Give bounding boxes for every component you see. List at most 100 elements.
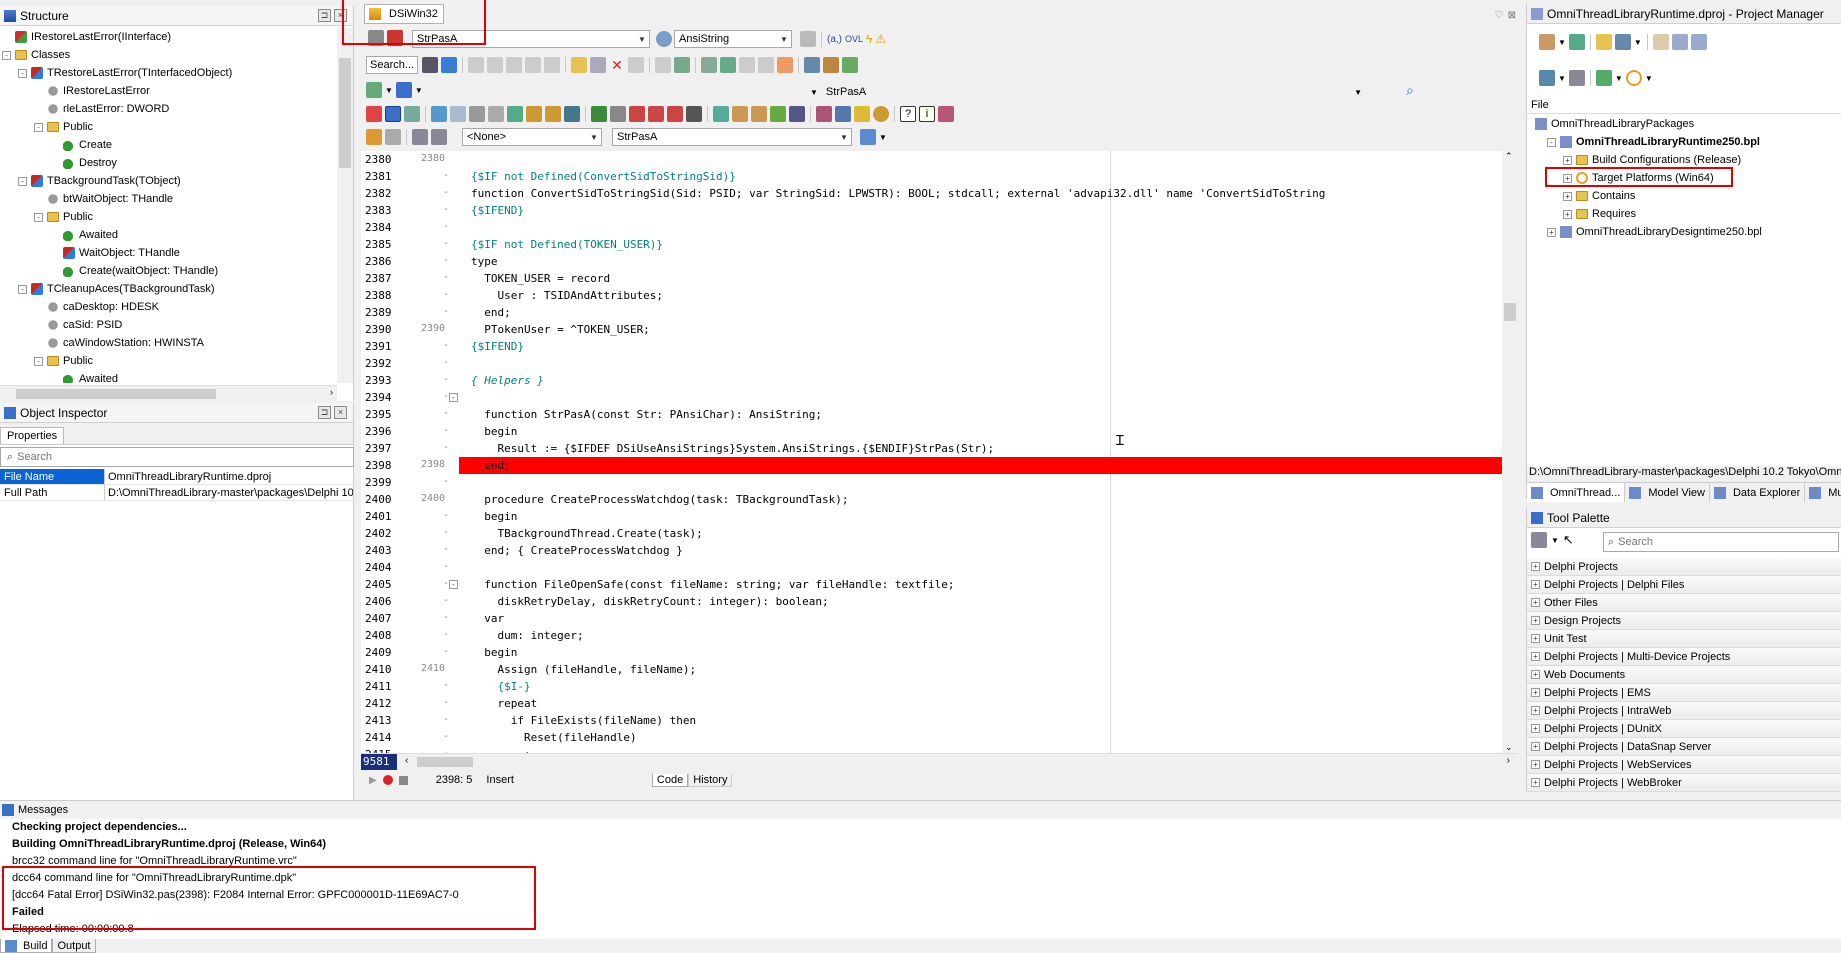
ovl-button[interactable]: OVL (845, 34, 863, 44)
tab-list-icon[interactable]: ♡ (1495, 10, 1504, 21)
pm-tab[interactable]: Data Explorer (1710, 483, 1806, 502)
code-line[interactable] (471, 474, 1503, 491)
type-combo[interactable]: AnsiString ▼ (674, 30, 792, 48)
view4-icon[interactable] (770, 106, 786, 122)
pm-tab[interactable]: Model View (1625, 483, 1710, 502)
layout-icon[interactable] (395, 82, 412, 98)
align-left-icon[interactable] (366, 106, 382, 122)
structure-node[interactable]: - TBackgroundTask(TObject) (0, 172, 336, 190)
paste-icon[interactable] (571, 57, 587, 73)
code-line[interactable]: {$IF not Defined(ConvertSidToStringSid)} (471, 168, 1503, 185)
new-icon[interactable] (1539, 34, 1555, 50)
palette-search-input[interactable] (1618, 536, 1819, 548)
nav-combo[interactable]: ▼ StrPasA ▼ (810, 83, 1362, 101)
stop-icon[interactable] (398, 775, 408, 785)
code-line[interactable]: begin (471, 423, 1503, 440)
view-icon[interactable] (713, 106, 729, 122)
view3-icon[interactable] (751, 106, 767, 122)
code-line[interactable]: dum: integer; (471, 627, 1503, 644)
palette-category[interactable]: + Unit Test (1527, 630, 1841, 648)
inspector-row[interactable]: File Name OmniThreadLibraryRuntime.dproj (0, 469, 353, 485)
code-line[interactable]: Result := {$IFDEF DSiUseAnsiStrings}Syst… (471, 440, 1503, 457)
code-line[interactable] (471, 355, 1503, 372)
pin-icon[interactable]: ⊐ (318, 9, 331, 22)
code-line[interactable]: TBackgroundThread.Create(task); (471, 525, 1503, 542)
structure-node[interactable]: caDesktop: HDESK (0, 298, 336, 316)
palette-category[interactable]: + Delphi Projects | DUnitX (1527, 720, 1841, 738)
copy-icon[interactable] (468, 57, 484, 73)
close-icon[interactable]: × (334, 406, 347, 419)
palette-category[interactable]: + Delphi Projects | DataSnap Server (1527, 738, 1841, 756)
collapse-icon[interactable]: - (449, 393, 458, 402)
run-icon[interactable] (591, 106, 607, 122)
form6-icon[interactable] (526, 106, 542, 122)
expand-icon[interactable]: + (1531, 652, 1540, 661)
structure-node[interactable]: Destroy (0, 154, 336, 172)
binoculars-icon[interactable] (422, 57, 438, 73)
paren-icon[interactable]: (a,) (827, 34, 842, 45)
play-icon[interactable]: ▶ (369, 775, 377, 786)
collapse-icon[interactable]: - (449, 580, 458, 589)
inspector-row[interactable]: Full Path D:\OmniThreadLibrary-master\pac… (0, 485, 353, 501)
expand-icon[interactable]: + (1563, 191, 1572, 201)
tab-properties[interactable]: Properties (0, 427, 65, 444)
expand-icon[interactable]: + (1531, 688, 1540, 697)
tool-icon[interactable] (804, 57, 820, 73)
code-line[interactable]: if FileExists(fileName) then (471, 712, 1503, 729)
align-icon[interactable] (655, 57, 671, 73)
sort-icon[interactable] (1568, 70, 1585, 86)
expand-icon[interactable]: + (1531, 598, 1540, 607)
copy4-icon[interactable] (525, 57, 541, 73)
code-line[interactable]: function FileOpenSafe(const fileName: st… (471, 576, 1503, 593)
tag-icon[interactable] (366, 129, 382, 145)
code-line[interactable] (471, 559, 1503, 576)
form7-icon[interactable] (545, 106, 561, 122)
structure-node[interactable]: caSid: PSID (0, 316, 336, 334)
expand-icon[interactable]: + (1531, 778, 1540, 787)
code-line[interactable]: begin (471, 508, 1503, 525)
debug4-icon[interactable] (686, 106, 702, 122)
code-line[interactable]: procedure CreateProcessWatchdog(task: TB… (471, 491, 1503, 508)
grid2-icon[interactable] (720, 57, 736, 73)
code-line[interactable] (471, 219, 1503, 236)
code-line[interactable] (471, 389, 1503, 406)
expand-icon[interactable]: + (1531, 634, 1540, 643)
view9-icon[interactable] (938, 106, 954, 122)
editor-search-input[interactable]: Search... (366, 56, 418, 74)
expand-icon[interactable]: + (1563, 155, 1572, 165)
code-line[interactable]: end; (471, 304, 1503, 321)
debug3-icon[interactable] (667, 106, 683, 122)
tab-history[interactable]: History (688, 773, 733, 787)
search-icon[interactable]: ⌕ (1406, 82, 1414, 99)
structure-node[interactable]: - Classes (0, 46, 336, 64)
code-line[interactable]: TOKEN_USER = record (471, 270, 1503, 287)
message-line[interactable]: Building OmniThreadLibraryRuntime.dproj … (0, 836, 1841, 853)
expand-icon[interactable]: + (1531, 742, 1540, 751)
code-line[interactable]: end; { CreateProcessWatchdog } (471, 542, 1503, 559)
platform-icon[interactable] (1625, 70, 1642, 86)
copy3-icon[interactable] (506, 57, 522, 73)
editor-hscroll[interactable]: 9581 ‹ › (361, 753, 1518, 770)
step-icon[interactable] (610, 106, 626, 122)
structure-node[interactable]: - Public (0, 208, 336, 226)
project-node[interactable]: - OmniThreadLibraryRuntime250.bpl (1527, 133, 1841, 151)
project-node[interactable]: OmniThreadLibraryPackages (1527, 115, 1841, 133)
collapse-icon[interactable]: - (34, 212, 43, 222)
collapse-icon[interactable]: - (18, 176, 27, 186)
code-line[interactable]: var (471, 610, 1503, 627)
palette-category[interactable]: + Delphi Projects | Multi-Device Projects (1527, 648, 1841, 666)
message-line[interactable]: Checking project dependencies... (0, 819, 1841, 836)
window-icon[interactable] (1614, 34, 1631, 50)
structure-node[interactable]: Awaited (0, 226, 336, 244)
code-line[interactable]: {$I-} (471, 678, 1503, 695)
code-line[interactable]: ; (471, 746, 1503, 753)
grid3-icon[interactable] (739, 57, 755, 73)
code-line[interactable]: User : TSIDAndAttributes; (471, 287, 1503, 304)
palette-category[interactable]: + Delphi Projects (1527, 558, 1841, 576)
close-tab-icon[interactable]: ⊠ (1508, 10, 1516, 21)
structure-node[interactable]: btWaitObject: THandle (0, 190, 336, 208)
pointer-icon[interactable]: ↖ (1563, 532, 1574, 548)
method-combo[interactable]: StrPasA ▼ (612, 128, 852, 146)
palette-category[interactable]: + Other Files (1527, 594, 1841, 612)
expand-icon[interactable]: + (1547, 227, 1556, 237)
